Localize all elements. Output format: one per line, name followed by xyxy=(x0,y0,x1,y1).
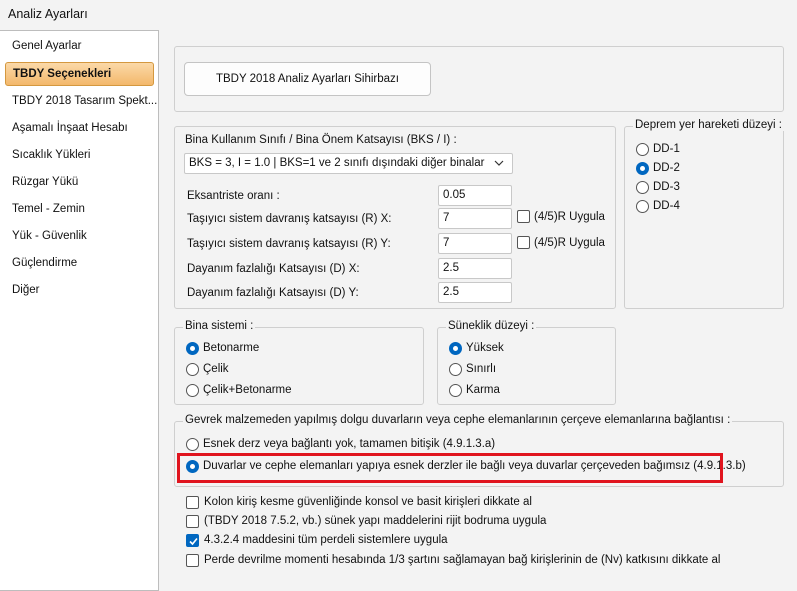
betonarme-radio[interactable] xyxy=(186,342,199,355)
building-class-title: Bina Kullanım Sınıfı / Bina Önem Katsayı… xyxy=(185,134,457,146)
highlight-box xyxy=(177,453,723,483)
earthquake-level-title: Deprem yer hareketi düzeyi : xyxy=(633,119,785,131)
dd3-radio[interactable] xyxy=(636,181,649,194)
celik-radio[interactable] xyxy=(186,363,199,376)
sidebar-item-sicaklik-yukleri[interactable]: Sıcaklık Yükleri xyxy=(0,143,157,167)
ry-45r-label: (4/5)R Uygula xyxy=(534,237,605,249)
dd4-label: DD-4 xyxy=(653,200,680,212)
rx-45r-checkbox[interactable] xyxy=(517,210,530,223)
infill-connection-title: Gevrek malzemeden yapılmış dolgu duvarla… xyxy=(183,414,733,426)
dd2-radio[interactable] xyxy=(636,162,649,175)
infill-option-a-radio[interactable] xyxy=(186,438,199,451)
building-class-select[interactable]: BKS = 3, I = 1.0 | BKS=1 ve 2 sınıfı dış… xyxy=(184,153,513,174)
cantilever-beams-checkbox[interactable] xyxy=(186,496,199,509)
dd1-radio[interactable] xyxy=(636,143,649,156)
sidebar-item-ruzgar-yuku[interactable]: Rüzgar Yükü xyxy=(0,170,157,194)
sidebar-item-temel-zemin[interactable]: Temel - Zemin xyxy=(0,197,157,221)
title-bar: Analiz Ayarları xyxy=(0,0,797,30)
infill-option-a-label: Esnek derz veya bağlantı yok, tamamen bi… xyxy=(203,438,496,450)
rx-label: Taşıyıcı sistem davranış katsayısı (R) X… xyxy=(187,213,392,225)
celik-label: Çelik xyxy=(203,363,229,375)
celik-betonarme-radio[interactable] xyxy=(186,384,199,397)
dd3-label: DD-3 xyxy=(653,181,680,193)
building-system-title: Bina sistemi : xyxy=(183,320,256,332)
shear-wall-systems-checkbox[interactable] xyxy=(186,534,199,547)
eccentricity-input[interactable]: 0.05 xyxy=(438,185,512,206)
yuksek-radio[interactable] xyxy=(449,342,462,355)
window-title: Analiz Ayarları xyxy=(8,7,88,21)
earthquake-level-group: Deprem yer hareketi düzeyi : xyxy=(624,119,785,309)
dx-input[interactable]: 2.5 xyxy=(438,258,512,279)
ry-45r-checkbox[interactable] xyxy=(517,236,530,249)
dd1-label: DD-1 xyxy=(653,143,680,155)
yuksek-label: Yüksek xyxy=(466,342,504,354)
ry-label: Taşıyıcı sistem davranış katsayısı (R) Y… xyxy=(187,238,391,250)
coupling-beams-label: Perde devrilme momenti hesabında 1/3 şar… xyxy=(204,554,721,566)
rx-input[interactable]: 7 xyxy=(438,208,512,229)
karma-radio[interactable] xyxy=(449,384,462,397)
karma-label: Karma xyxy=(466,384,500,396)
eccentricity-label: Eksantriste oranı : xyxy=(187,190,280,202)
cantilever-beams-label: Kolon kiriş kesme güvenliğinde konsol ve… xyxy=(204,496,532,508)
celik-betonarme-label: Çelik+Betonarme xyxy=(203,384,292,396)
ductility-group: Süneklik düzeyi : xyxy=(437,320,616,405)
wizard-button[interactable]: TBDY 2018 Analiz Ayarları Sihirbazı xyxy=(184,62,431,96)
sinirli-label: Sınırlı xyxy=(466,363,497,375)
sidebar-item-diger[interactable]: Diğer xyxy=(0,278,157,302)
chevron-down-icon xyxy=(494,160,504,166)
dx-label: Dayanım fazlalığı Katsayısı (D) X: xyxy=(187,263,360,275)
sinirli-radio[interactable] xyxy=(449,363,462,376)
sidebar-item-yuk-guvenlik[interactable]: Yük - Güvenlik xyxy=(0,224,157,248)
rigid-basement-label: (TBDY 2018 7.5.2, vb.) sünek yapı maddel… xyxy=(204,515,547,527)
betonarme-label: Betonarme xyxy=(203,342,260,354)
building-class-value: BKS = 3, I = 1.0 | BKS=1 ve 2 sınıfı dış… xyxy=(189,157,485,169)
sidebar-item-tasarim-spektrumu[interactable]: TBDY 2018 Tasarım Spekt... xyxy=(0,89,157,113)
dd2-label: DD-2 xyxy=(653,162,680,174)
rx-45r-label: (4/5)R Uygula xyxy=(534,211,605,223)
check-icon xyxy=(189,537,198,546)
rigid-basement-checkbox[interactable] xyxy=(186,515,199,528)
sidebar-item-genel-ayarlar[interactable]: Genel Ayarlar xyxy=(0,34,157,58)
dy-label: Dayanım fazlalığı Katsayısı (D) Y: xyxy=(187,287,359,299)
sidebar-item-tbdy-secenekleri[interactable]: TBDY Seçenekleri xyxy=(5,62,154,86)
shear-wall-systems-label: 4.3.2.4 maddesini tüm perdeli sistemlere… xyxy=(204,534,448,546)
ry-input[interactable]: 7 xyxy=(438,233,512,254)
dy-input[interactable]: 2.5 xyxy=(438,282,512,303)
sidebar: Genel Ayarlar TBDY Seçenekleri TBDY 2018… xyxy=(0,30,159,591)
dd4-radio[interactable] xyxy=(636,200,649,213)
sidebar-item-guclendirme[interactable]: Güçlendirme xyxy=(0,251,157,275)
sidebar-item-asamali-insaat[interactable]: Aşamalı İnşaat Hesabı xyxy=(0,116,157,140)
ductility-title: Süneklik düzeyi : xyxy=(446,320,537,332)
coupling-beams-checkbox[interactable] xyxy=(186,554,199,567)
